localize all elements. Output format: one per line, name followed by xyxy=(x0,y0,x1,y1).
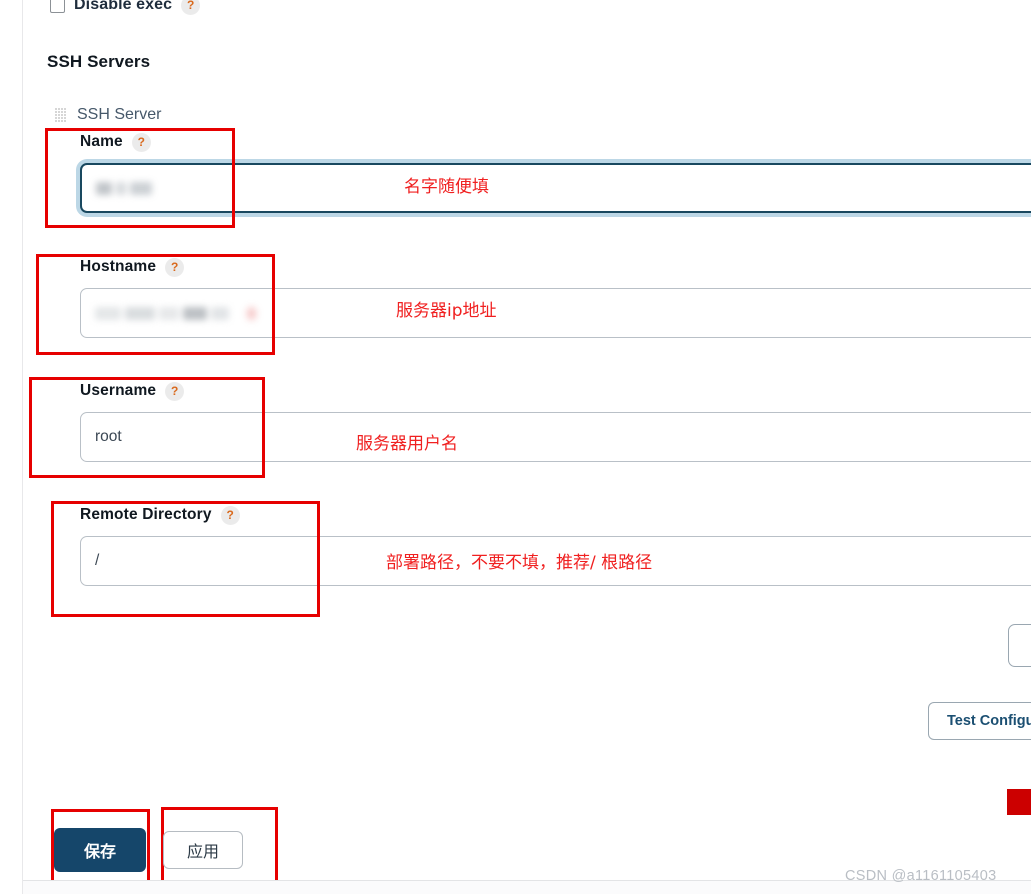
annotation-red-block xyxy=(1007,789,1031,815)
name-input[interactable] xyxy=(80,163,1031,213)
field-row-remote-directory: Remote Directory ? / xyxy=(23,504,1031,586)
advanced-cut-input[interactable] xyxy=(1008,624,1031,667)
annotation-text-remote-directory: 部署路径，不要不填，推荐/ 根路径 xyxy=(386,553,653,573)
help-icon[interactable]: ? xyxy=(165,257,185,277)
username-input[interactable]: root xyxy=(80,412,1031,462)
disable-exec-checkbox[interactable] xyxy=(50,0,65,13)
field-row-hostname: Hostname ? xyxy=(23,256,1031,338)
hostname-label-group: Hostname ? xyxy=(80,256,1031,278)
ssh-servers-config-page: Disable exec ? SSH Servers SSH Server Na… xyxy=(0,0,1031,894)
username-label: Username xyxy=(80,382,157,399)
hostname-value-redacted xyxy=(95,305,256,322)
field-row-username: Username ? root xyxy=(23,380,1031,462)
hostname-marker-icon xyxy=(247,306,256,320)
remote-directory-label-group: Remote Directory ? xyxy=(80,504,1031,526)
csdn-watermark: CSDN @a1161105403 xyxy=(845,868,997,884)
help-icon[interactable]: ? xyxy=(165,381,185,401)
hostname-label: Hostname xyxy=(80,258,157,275)
annotation-text-name: 名字随便填 xyxy=(404,177,489,197)
save-button[interactable]: 保存 xyxy=(54,828,146,872)
hostname-input[interactable] xyxy=(80,288,1031,338)
username-label-group: Username ? xyxy=(80,380,1031,402)
drag-grip-icon[interactable] xyxy=(55,107,66,123)
test-configuration-button[interactable]: Test Configu xyxy=(928,702,1031,740)
help-icon[interactable]: ? xyxy=(181,0,201,15)
disable-exec-label: Disable exec xyxy=(74,0,173,13)
ssh-server-entity-label: SSH Server xyxy=(77,106,162,123)
annotation-text-hostname: 服务器ip地址 xyxy=(396,301,497,321)
remote-directory-label: Remote Directory xyxy=(80,506,212,523)
ssh-server-entity-header: SSH Server xyxy=(55,106,161,124)
apply-button[interactable]: 应用 xyxy=(163,831,243,869)
help-icon[interactable]: ? xyxy=(131,132,151,152)
help-icon[interactable]: ? xyxy=(220,505,240,525)
disable-exec-row[interactable]: Disable exec ? xyxy=(50,0,201,18)
name-label-group: Name ? xyxy=(80,131,1031,153)
page-title: SSH Servers xyxy=(47,52,151,71)
name-label: Name xyxy=(80,133,123,150)
name-value-redacted xyxy=(96,180,156,197)
annotation-text-username: 服务器用户名 xyxy=(356,434,458,454)
field-row-name: Name ? xyxy=(23,131,1031,213)
